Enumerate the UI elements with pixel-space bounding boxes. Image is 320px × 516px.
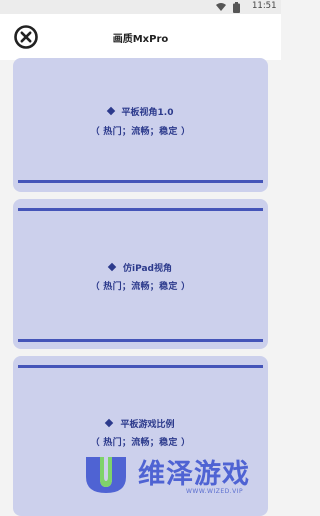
watermark-logo-icon xyxy=(86,457,126,493)
status-bar: 11:51 xyxy=(0,0,281,14)
option-tags: （ 热门；流畅；稳定 ） xyxy=(90,438,191,448)
option-name-row: 仿iPad视角 xyxy=(13,261,268,274)
option-name-row: 平板游戏比例 xyxy=(13,417,268,430)
option-name: 平板视角1.0 xyxy=(121,108,174,118)
diamond-bullet-icon xyxy=(106,106,115,116)
header: 画质MxPro xyxy=(0,14,281,60)
watermark-name: 维泽游戏 xyxy=(138,459,250,490)
option-name: 仿iPad视角 xyxy=(123,264,172,274)
option-name-row: 平板视角1.0 xyxy=(13,105,268,118)
option-name: 平板游戏比例 xyxy=(120,420,175,430)
wifi-icon xyxy=(216,3,226,11)
card-bottom-rule xyxy=(18,180,263,183)
diamond-bullet-icon xyxy=(105,418,114,428)
option-card-tablet-view[interactable]: 平板视角1.0 （ 热门；流畅；稳定 ） xyxy=(13,58,268,192)
card-top-rule xyxy=(18,208,263,211)
watermark-url: WWW.WIZED.VIP xyxy=(186,488,244,495)
option-card-ipad-view[interactable]: 仿iPad视角 （ 热门；流畅；稳定 ） xyxy=(13,199,268,349)
status-time: 11:51 xyxy=(252,1,277,11)
page-title: 画质MxPro xyxy=(112,34,169,45)
card-top-rule xyxy=(18,365,263,368)
battery-icon xyxy=(233,2,240,13)
option-tags: （ 热门；流畅；稳定 ） xyxy=(90,127,191,137)
card-bottom-rule xyxy=(18,339,263,342)
diamond-bullet-icon xyxy=(107,262,117,272)
option-tags: （ 热门；流畅；稳定 ） xyxy=(90,282,191,292)
watermark: 维泽游戏 WWW.WIZED.VIP xyxy=(82,449,281,500)
